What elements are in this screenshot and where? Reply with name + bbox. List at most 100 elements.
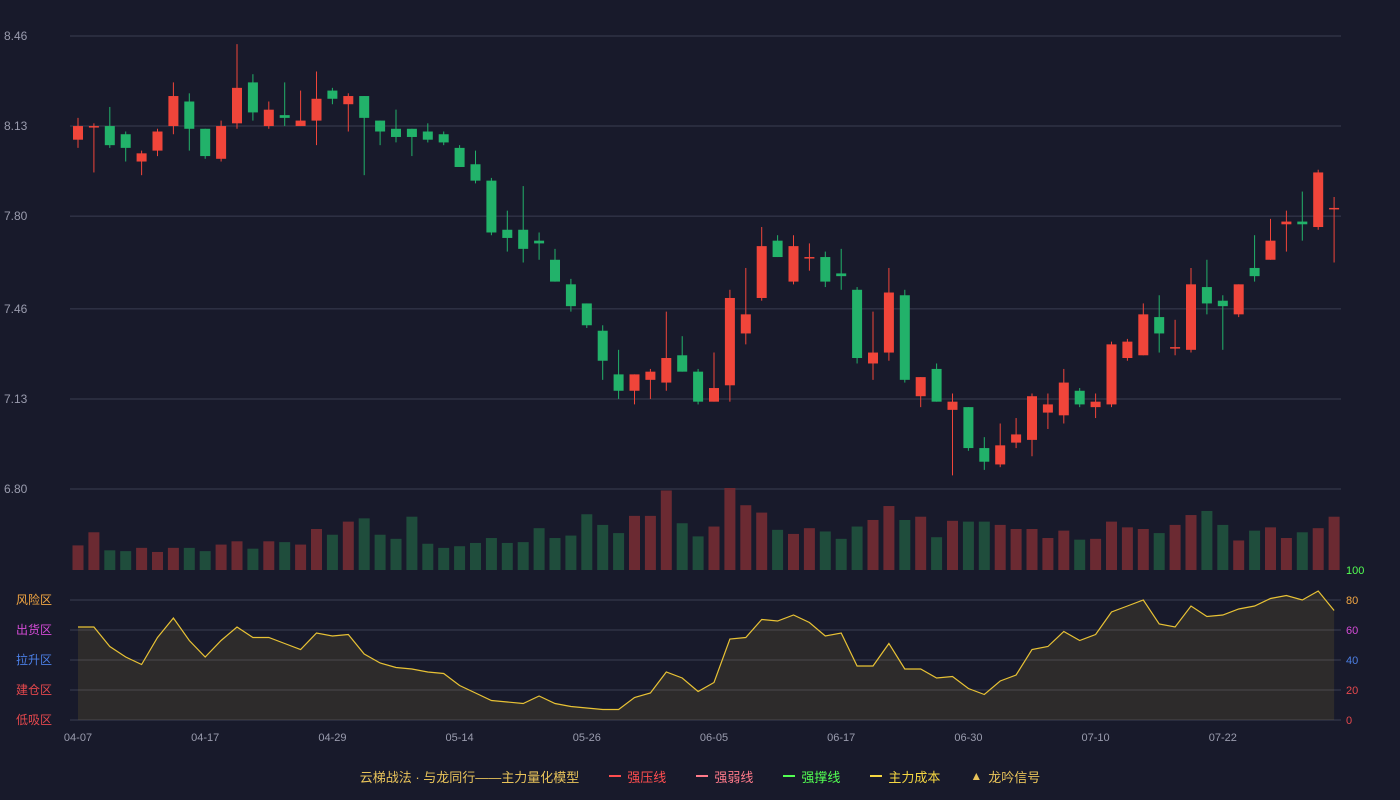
candle-body — [597, 330, 608, 361]
volume-bar — [947, 520, 958, 570]
volume-bar — [167, 547, 179, 570]
candle-body — [740, 314, 751, 334]
volume-bar — [565, 535, 577, 570]
volume-bar — [517, 542, 529, 570]
candle-body — [184, 101, 195, 129]
candle-body — [693, 371, 704, 402]
date-tick-label: 05-26 — [573, 732, 601, 744]
price-tick-label: 7.80 — [4, 209, 28, 223]
volume-bar — [867, 519, 879, 570]
legend-item-strong-pressure[interactable]: 强压线 — [609, 767, 666, 786]
candle-body — [709, 388, 719, 402]
volume-bar — [422, 543, 434, 570]
candle-body — [486, 180, 497, 233]
volume-bar — [931, 537, 943, 570]
indicator-fill — [78, 591, 1335, 720]
indicator-tick-label: 60 — [1346, 625, 1358, 637]
candle-body — [470, 164, 481, 181]
solid-line-icon — [609, 775, 622, 777]
candle-body — [1249, 267, 1260, 277]
candle-body — [820, 257, 831, 282]
candle-body — [661, 358, 672, 383]
candle-body — [359, 96, 370, 118]
zone-labels: 风险区出货区拉升区建仓区低吸区 — [16, 592, 52, 727]
candle-body — [772, 240, 783, 258]
candle-body — [1297, 221, 1308, 225]
stock-chart: 8.46 8.13 7.80 7.46 7.13 6.80 风险区出货区拉升区建仓区低吸区… — [4, 29, 1364, 744]
candle-body — [422, 131, 433, 140]
volume-bar — [454, 546, 466, 570]
candle-body — [788, 246, 799, 282]
candle-body — [1170, 347, 1181, 349]
indicator-area — [78, 590, 1335, 720]
volume-bar — [1058, 530, 1070, 570]
candle-body — [804, 257, 815, 259]
legend-item-main-cost[interactable]: 主力成本 — [870, 767, 940, 786]
volume-bar — [152, 551, 163, 570]
volume-bar — [1121, 527, 1133, 570]
volume-bar — [326, 534, 338, 570]
candle-body — [1106, 344, 1117, 405]
volume-bar — [1328, 516, 1340, 570]
candle-body — [963, 407, 974, 449]
candle-body — [915, 377, 926, 397]
candle-body — [295, 120, 306, 127]
candle-body — [581, 303, 592, 326]
candle-body — [88, 126, 99, 128]
legend-label: 强弱线 — [714, 769, 754, 785]
candle-body — [947, 401, 958, 410]
volume-bar — [1233, 540, 1245, 570]
candle-body — [518, 229, 529, 249]
zone-label: 低吸区 — [16, 713, 52, 727]
volume-bar — [247, 548, 259, 570]
volume-bar — [978, 521, 990, 570]
legend-item-strong-support[interactable]: 强撑线 — [783, 767, 840, 786]
candle-body — [1217, 300, 1228, 307]
candle-body — [406, 128, 417, 137]
volume-bar — [295, 544, 307, 570]
volume-bar — [501, 542, 513, 570]
volume-bar — [915, 516, 927, 570]
candlesticks — [73, 44, 1340, 476]
volume-bar — [1090, 538, 1102, 570]
candle-body — [899, 295, 910, 380]
volume-bar — [199, 551, 211, 570]
volume-bar — [660, 490, 672, 570]
volume-bar — [549, 538, 561, 570]
candle-body — [104, 126, 115, 146]
zone-label: 建仓区 — [16, 683, 52, 697]
candle-body — [1058, 382, 1069, 416]
volume-bar — [629, 515, 640, 570]
volume-bar — [772, 529, 784, 570]
legend-item-strength-line[interactable]: 强弱线 — [696, 767, 753, 786]
candle-body — [263, 109, 274, 127]
volume-bar — [470, 542, 481, 570]
volume-bar — [104, 550, 116, 570]
volume-bar — [1153, 533, 1165, 570]
candle-body — [1281, 221, 1292, 225]
date-tick-label: 06-05 — [700, 732, 728, 744]
volume-bar — [1201, 510, 1213, 570]
date-tick-label: 04-17 — [191, 732, 219, 744]
candle-body — [279, 115, 290, 118]
volume-bar — [613, 533, 625, 570]
candle-body — [852, 289, 863, 359]
chart-legend: 云梯战法 · 与龙同行——主力量化模型 强压线 强弱线 强撑线 主力成本 ▲ 龙… — [0, 766, 1400, 786]
candle-body — [629, 374, 640, 391]
volume-bar — [708, 526, 720, 570]
candle-body — [73, 126, 83, 140]
indicator-tick-label: 40 — [1346, 655, 1358, 667]
candle-body — [756, 246, 767, 298]
zone-label: 风险区 — [16, 592, 52, 607]
price-axis: 8.46 8.13 7.80 7.46 7.13 6.80 — [4, 29, 28, 496]
candle-body — [375, 120, 386, 132]
candle-body — [995, 445, 1006, 465]
candle-body — [168, 96, 179, 127]
volume-bar — [1074, 539, 1086, 570]
candle-body — [1313, 172, 1324, 228]
volume-bar — [1185, 515, 1197, 570]
legend-item-dragon-signal[interactable]: ▲ 龙吟信号 — [970, 767, 1040, 786]
volume-bar — [279, 542, 291, 570]
volume-bar — [136, 547, 148, 570]
volume-bar — [1106, 521, 1117, 570]
